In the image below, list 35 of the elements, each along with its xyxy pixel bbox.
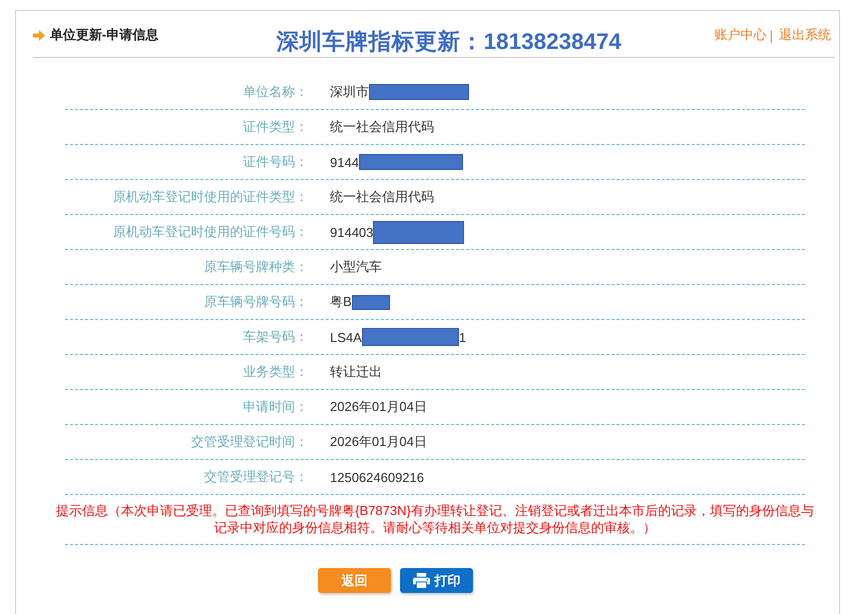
header-link[interactable]: 账户中心 — [714, 26, 767, 44]
field-label: 业务类型： — [243, 363, 308, 381]
field-label: 车架号码： — [243, 328, 308, 346]
field-label: 交管受理登记号： — [204, 468, 308, 486]
field-label: 原机动车登记时使用的证件号码： — [113, 223, 308, 241]
field-label: 单位名称： — [243, 83, 308, 101]
field-label: 证件号码： — [243, 153, 308, 171]
field-label: 原机动车登记时使用的证件类型： — [113, 188, 308, 206]
field-label: 原车辆号牌种类： — [204, 258, 308, 276]
separator-text: | — [770, 28, 773, 42]
notice-text: 提示信息（本次申请已受理。已查询到填写的号牌粤{B7873N}有办理转让登记、注销登记或者迁出本市后的记录，填写的身份信息与记录中对应的身份信息相符。请耐心等待相关单位对提交身份信息的审核。） — [55, 502, 815, 536]
field-value: 统一社会信用代码 — [330, 188, 434, 206]
field-value: 统一社会信用代码 — [330, 118, 434, 136]
section-title: 单位更新-申请信息 — [50, 26, 158, 44]
value-fragment: 1 — [458, 330, 466, 344]
field-value: LS4A — [330, 330, 362, 344]
field-value: 2026年01月04日 — [330, 433, 427, 451]
field-value: 深圳市 — [330, 83, 369, 101]
field-label: 交管受理登记时间： — [191, 433, 308, 451]
arrow-icon — [33, 30, 45, 40]
print-button[interactable]: 打印 — [400, 568, 473, 593]
field-value: 914403 — [330, 224, 374, 240]
printer-icon — [412, 573, 430, 588]
field-value: 2026年01月04日 — [330, 398, 427, 416]
field-label: 申请时间： — [243, 398, 308, 416]
field-label: 原车辆号牌号码： — [204, 293, 308, 311]
field-value: 粤B — [330, 293, 352, 311]
field-value: 9144 — [330, 154, 359, 170]
field-value: 转让迁出 — [330, 363, 382, 381]
header-link[interactable]: 退出系统 — [779, 26, 831, 44]
back-button[interactable]: 返回 — [318, 568, 391, 593]
field-value: 1250624609216 — [330, 470, 424, 484]
field-value: 小型汽车 — [330, 258, 382, 276]
field-label: 证件类型： — [243, 118, 308, 136]
page-title: 深圳车牌指标更新：18138238474 — [276, 28, 622, 55]
